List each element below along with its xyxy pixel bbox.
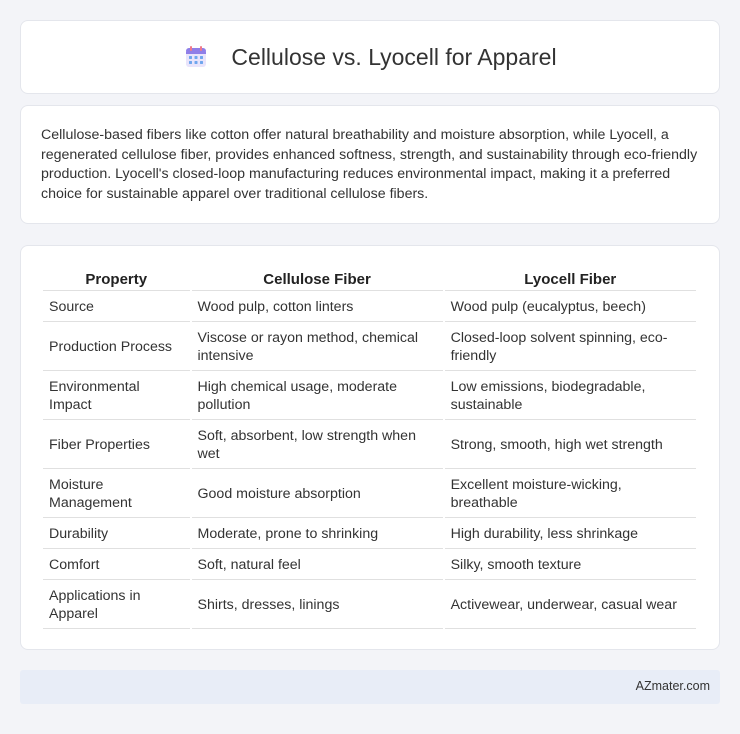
lyocell-cell: Wood pulp (eucalyptus, beech) xyxy=(444,293,696,322)
lyocell-cell: Closed-loop solvent spinning, eco-friend… xyxy=(444,324,696,371)
lyocell-cell: Silky, smooth texture xyxy=(444,551,696,580)
intro-card: Cellulose-based fibers like cotton offer… xyxy=(20,105,720,224)
lyocell-cell: Activewear, underwear, casual wear xyxy=(444,582,696,629)
table-row: Applications in Apparel Shirts, dresses,… xyxy=(43,582,696,629)
lyocell-cell: High durability, less shrinkage xyxy=(444,520,696,549)
cellulose-cell: Shirts, dresses, linings xyxy=(191,582,443,629)
lyocell-cell: Strong, smooth, high wet strength xyxy=(444,422,696,469)
header-lyocell: Lyocell Fiber xyxy=(444,268,696,291)
title-card: Cellulose vs. Lyocell for Apparel xyxy=(20,20,720,94)
lyocell-cell: Low emissions, biodegradable, sustainabl… xyxy=(444,373,696,420)
page-title: Cellulose vs. Lyocell for Apparel xyxy=(231,43,557,70)
property-cell: Environmental Impact xyxy=(43,373,190,420)
cellulose-cell: Good moisture absorption xyxy=(191,471,443,518)
table-row: Environmental Impact High chemical usage… xyxy=(43,373,696,420)
footer: AZmater.com xyxy=(20,670,720,704)
property-cell: Durability xyxy=(43,520,190,549)
footer-brand: AZmater.com xyxy=(635,679,710,693)
table-row: Moisture Management Good moisture absorp… xyxy=(43,471,696,518)
table-row: Production Process Viscose or rayon meth… xyxy=(43,324,696,371)
property-cell: Source xyxy=(43,293,190,322)
intro-text: Cellulose-based fibers like cotton offer… xyxy=(41,127,698,202)
property-cell: Fiber Properties xyxy=(43,422,190,469)
cellulose-cell: Wood pulp, cotton linters xyxy=(191,293,443,322)
cellulose-cell: High chemical usage, moderate pollution xyxy=(191,373,443,420)
header-cellulose: Cellulose Fiber xyxy=(191,268,443,291)
header-property: Property xyxy=(43,268,190,291)
table-row: Durability Moderate, prone to shrinking … xyxy=(43,520,696,549)
comparison-card: Property Cellulose Fiber Lyocell Fiber S… xyxy=(20,245,720,650)
calendar-icon xyxy=(183,44,209,70)
comparison-table: Property Cellulose Fiber Lyocell Fiber S… xyxy=(41,266,698,631)
table-row: Comfort Soft, natural feel Silky, smooth… xyxy=(43,551,696,580)
cellulose-cell: Soft, natural feel xyxy=(191,551,443,580)
cellulose-cell: Moderate, prone to shrinking xyxy=(191,520,443,549)
table-header-row: Property Cellulose Fiber Lyocell Fiber xyxy=(43,268,696,291)
table-row: Source Wood pulp, cotton linters Wood pu… xyxy=(43,293,696,322)
cellulose-cell: Soft, absorbent, low strength when wet xyxy=(191,422,443,469)
property-cell: Production Process xyxy=(43,324,190,371)
property-cell: Comfort xyxy=(43,551,190,580)
lyocell-cell: Excellent moisture-wicking, breathable xyxy=(444,471,696,518)
property-cell: Applications in Apparel xyxy=(43,582,190,629)
cellulose-cell: Viscose or rayon method, chemical intens… xyxy=(191,324,443,371)
property-cell: Moisture Management xyxy=(43,471,190,518)
table-row: Fiber Properties Soft, absorbent, low st… xyxy=(43,422,696,469)
